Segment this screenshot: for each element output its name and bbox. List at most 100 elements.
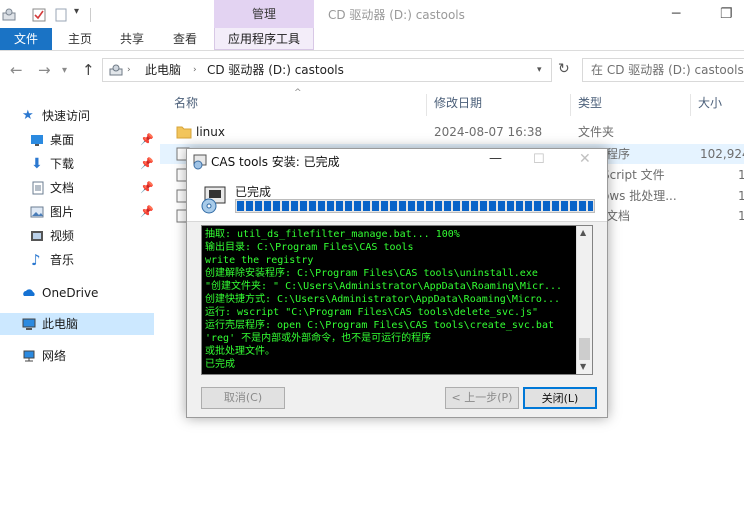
file-date: 2024-08-07 16:38 [434, 125, 543, 139]
cancel-button: 取消(C) [201, 387, 285, 409]
sidebar-item-label: 图片 [50, 205, 75, 219]
tab-share[interactable]: 共享 [120, 28, 144, 50]
log-line: "创建文件夹: " C:\Users\Administrator\AppData… [205, 281, 563, 292]
document-icon [32, 181, 44, 195]
column-header: 名称 ^ 修改日期 类型 大小 [160, 88, 744, 116]
back-button: < 上一步(P) [445, 387, 519, 409]
close-button[interactable]: 关闭(L) [523, 387, 597, 409]
tab-home[interactable]: 主页 [68, 28, 92, 50]
pin-icon[interactable]: 📌 [140, 177, 154, 199]
tab-file[interactable]: 文件 [0, 28, 52, 50]
sidebar-item-videos[interactable]: 视频 [0, 225, 154, 247]
title-bar: ▾ 管理 CD 驱动器 (D:) castools ─ ❐ [0, 0, 744, 30]
pin-icon[interactable]: 📌 [140, 153, 154, 175]
address-dropdown-icon[interactable]: ▾ [537, 59, 542, 81]
log-line: 'reg' 不是内部或外部命令，也不是可运行的程序 [205, 333, 432, 344]
maximize-icon: ☐ [533, 152, 545, 167]
sidebar-item-label: 网络 [42, 349, 67, 363]
sidebar-item-label: 文档 [50, 181, 75, 195]
log-line: write the registry [205, 255, 314, 266]
column-divider[interactable] [570, 94, 571, 116]
log-line: 或批处理文件。 [205, 346, 275, 357]
column-name[interactable]: 名称 [174, 94, 198, 112]
log-lines: 抽取: util_ds_filefilter_manage.bat... 100… [205, 228, 575, 371]
log-line: 输出目录: C:\Program Files\CAS tools [205, 242, 414, 253]
tab-view[interactable]: 查看 [173, 28, 197, 50]
minimize-icon[interactable]: — [489, 151, 502, 166]
recent-locations-icon[interactable]: ▾ [62, 65, 67, 76]
sidebar-item-quick-access[interactable]: ★ 快速访问 [0, 105, 154, 127]
breadcrumb-separator-icon: › [127, 65, 131, 75]
install-log[interactable]: 抽取: util_ds_filefilter_manage.bat... 100… [201, 225, 593, 375]
file-size: 1 [738, 189, 744, 203]
scrollbar-thumb[interactable] [579, 338, 590, 360]
pin-icon[interactable]: 📌 [140, 129, 154, 151]
customize-toolbar-icon[interactable]: ▾ [74, 6, 79, 17]
file-size: 1 [738, 209, 744, 223]
progress-bar [235, 199, 595, 213]
breadcrumb-this-pc[interactable]: 此电脑 [145, 59, 181, 81]
drive-icon [109, 64, 123, 76]
dialog-title-bar[interactable]: CAS tools 安装: 已完成 — ☐ ✕ [187, 149, 607, 175]
breadcrumb-drive[interactable]: CD 驱动器 (D:) castools [207, 59, 344, 81]
refresh-icon[interactable]: ↻ [558, 61, 570, 77]
sidebar-item-network[interactable]: 网络 [0, 345, 154, 367]
folder-icon [176, 126, 192, 139]
column-divider[interactable] [690, 94, 691, 116]
dialog-header: 已完成 [187, 175, 607, 222]
tab-application-tools[interactable]: 应用程序工具 [214, 28, 314, 50]
sidebar-item-label: 音乐 [50, 253, 75, 267]
window-title: CD 驱动器 (D:) castools [328, 8, 465, 22]
sidebar-item-label: 桌面 [50, 133, 75, 147]
cloud-icon [23, 289, 35, 296]
scroll-up-icon[interactable]: ▲ [580, 228, 586, 237]
back-arrow-icon[interactable]: ← [10, 61, 23, 79]
search-input[interactable]: 在 CD 驱动器 (D:) castools [582, 58, 744, 82]
sidebar-item-desktop[interactable]: 桌面 📌 [0, 129, 154, 151]
sidebar-item-music[interactable]: ♪ 音乐 [0, 249, 154, 271]
scroll-down-icon[interactable]: ▼ [580, 362, 586, 371]
manage-context-tab[interactable]: 管理 [214, 0, 314, 28]
log-line: 创建快捷方式: C:\Users\Administrator\AppData\R… [205, 294, 561, 305]
table-row[interactable]: linux 2024-08-07 16:38 文件夹 [160, 122, 744, 142]
file-type: 程序 [606, 147, 631, 161]
sidebar-item-label: 快速访问 [42, 109, 91, 123]
progress-fill [237, 201, 593, 211]
sidebar-item-this-pc[interactable]: 此电脑 [0, 313, 154, 335]
column-divider[interactable] [426, 94, 427, 116]
drive-icon[interactable] [2, 8, 16, 22]
log-line: 抽取: util_ds_filefilter_manage.bat... 100… [205, 229, 460, 240]
network-icon [23, 350, 35, 362]
install-status: 已完成 [235, 185, 272, 199]
maximize-icon[interactable]: ❐ [720, 6, 733, 22]
file-size: 1 [738, 168, 744, 182]
address-bar[interactable]: › 此电脑 › CD 驱动器 (D:) castools ▾ [102, 58, 552, 82]
divider [90, 8, 91, 22]
file-size: 102,924 [700, 147, 744, 161]
sidebar-item-pictures[interactable]: 图片 📌 [0, 201, 154, 223]
minimize-icon[interactable]: ─ [672, 6, 680, 22]
column-size[interactable]: 大小 [698, 94, 722, 112]
navigation-pane: ★ 快速访问 桌面 📌 ⬇ 下载 📌 文档 📌 图片 📌 视频 ♪ 音乐 One… [0, 94, 156, 529]
file-type: 文档 [606, 209, 631, 223]
sidebar-item-label: 视频 [50, 229, 75, 243]
ribbon-tabs: 文件 主页 共享 查看 应用程序工具 [0, 28, 744, 51]
log-scrollbar[interactable]: ▲ ▼ [576, 226, 592, 374]
navigation-bar: ← → ▾ ↑ › 此电脑 › CD 驱动器 (D:) castools ▾ ↻… [0, 56, 744, 86]
log-line: 运行: wscript "C:\Program Files\CAS tools\… [205, 307, 539, 318]
up-arrow-icon[interactable]: ↑ [82, 61, 95, 79]
forward-arrow-icon[interactable]: → [38, 61, 51, 79]
column-date[interactable]: 修改日期 [434, 94, 482, 112]
sidebar-item-label: 此电脑 [42, 317, 79, 331]
properties-icon[interactable] [32, 8, 46, 22]
new-folder-icon[interactable] [54, 8, 68, 22]
log-line: 创建解除安装程序: C:\Program Files\CAS tools\uni… [205, 268, 538, 279]
pin-icon[interactable]: 📌 [140, 201, 154, 223]
sidebar-item-onedrive[interactable]: OneDrive [0, 282, 154, 304]
file-type: 文件夹 [578, 125, 615, 139]
column-type[interactable]: 类型 [578, 94, 602, 112]
sidebar-item-downloads[interactable]: ⬇ 下载 📌 [0, 153, 154, 175]
sidebar-item-documents[interactable]: 文档 📌 [0, 177, 154, 199]
download-icon: ⬇ [31, 156, 43, 172]
desktop-icon [31, 135, 43, 146]
